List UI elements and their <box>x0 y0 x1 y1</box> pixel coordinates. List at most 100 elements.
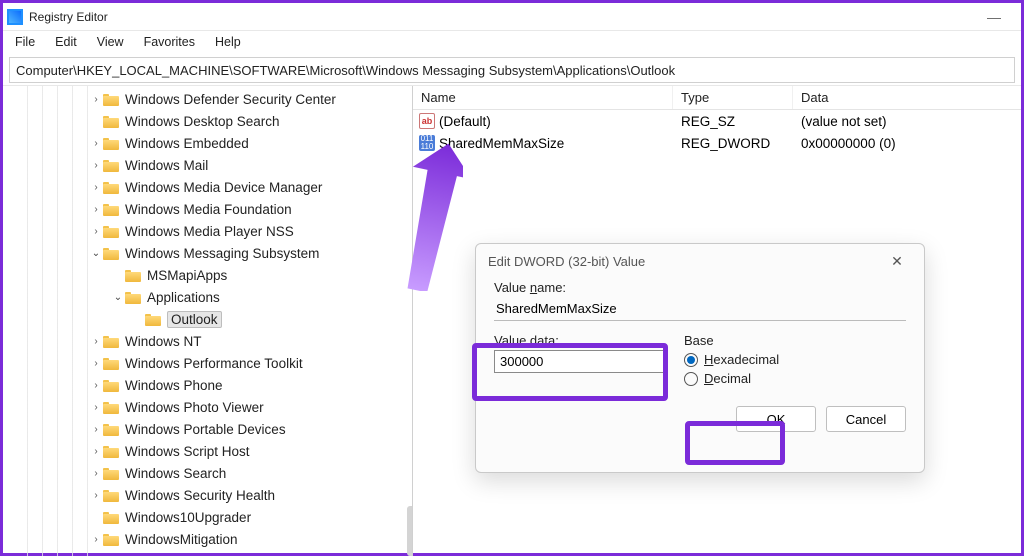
tree-item[interactable]: Outlook <box>3 308 412 330</box>
chevron-right-icon[interactable]: › <box>89 94 103 105</box>
folder-icon <box>125 290 143 304</box>
value-name-label: Value name: <box>494 280 906 297</box>
tree-item[interactable]: Windows10Upgrader <box>3 506 412 528</box>
app-title: Registry Editor <box>29 10 108 24</box>
folder-icon <box>103 444 121 458</box>
tree-item[interactable]: MSMapiApps <box>3 264 412 286</box>
value-data-label: Value data: <box>494 333 664 350</box>
chevron-down-icon[interactable]: ⌄ <box>111 292 125 303</box>
value-name: (Default) <box>439 114 491 129</box>
tree-item-label: Windows Embedded <box>125 136 249 151</box>
dialog-title: Edit DWORD (32-bit) Value <box>488 254 645 269</box>
tree-item-label: Applications <box>147 290 220 305</box>
tree-item[interactable]: › WindowsMitigation <box>3 528 412 550</box>
folder-icon <box>125 268 143 282</box>
chevron-right-icon[interactable]: › <box>89 490 103 501</box>
tree-item-label: Windows Script Host <box>125 444 250 459</box>
title-bar: Registry Editor — <box>3 3 1021 31</box>
tree-item-label: Windows Media Player NSS <box>125 224 294 239</box>
tree-item[interactable]: › Windows Media Player NSS <box>3 220 412 242</box>
folder-icon <box>103 224 121 238</box>
cancel-button[interactable]: Cancel <box>826 406 906 432</box>
value-data: 0x00000000 (0) <box>793 136 1021 151</box>
value-data-input[interactable] <box>494 350 664 373</box>
value-type: REG_DWORD <box>673 136 793 151</box>
tree-item[interactable]: › Windows Defender Security Center <box>3 88 412 110</box>
tree-item[interactable]: ›Windows Performance Toolkit <box>3 352 412 374</box>
tree-item-label: Windows Messaging Subsystem <box>125 246 319 261</box>
tree-item[interactable]: › Windows Portable Devices <box>3 418 412 440</box>
tree-item-label: MSMapiApps <box>147 268 227 283</box>
value-data: (value not set) <box>793 114 1021 129</box>
radio-decimal[interactable]: Decimal <box>684 371 779 386</box>
tree-item-label: Windows Media Device Manager <box>125 180 322 195</box>
string-value-icon: ab <box>419 113 435 129</box>
folder-icon <box>103 488 121 502</box>
tree-item[interactable]: › Windows Embedded <box>3 132 412 154</box>
menu-file[interactable]: File <box>5 33 45 51</box>
col-name-header[interactable]: Name <box>413 86 673 109</box>
registry-tree[interactable]: › Windows Defender Security Center Windows… <box>3 86 412 556</box>
value-row[interactable]: 011110SharedMemMaxSizeREG_DWORD0x0000000… <box>413 132 1021 154</box>
tree-item[interactable]: Windows Desktop Search <box>3 110 412 132</box>
base-group-label: Base <box>684 333 779 348</box>
close-icon[interactable]: ✕ <box>882 253 912 270</box>
menu-help[interactable]: Help <box>205 33 251 51</box>
list-body: ab(Default)REG_SZ(value not set)011110Sh… <box>413 110 1021 154</box>
folder-icon <box>103 466 121 480</box>
tree-item[interactable]: ›Windows Security Health <box>3 484 412 506</box>
chevron-right-icon[interactable]: › <box>89 424 103 435</box>
value-name: SharedMemMaxSize <box>439 136 564 151</box>
menu-favorites[interactable]: Favorites <box>134 33 205 51</box>
folder-icon <box>103 378 121 392</box>
tree-item[interactable]: ⌄ Windows Messaging Subsystem <box>3 242 412 264</box>
chevron-right-icon[interactable]: › <box>89 204 103 215</box>
tree-item-label: Windows Defender Security Center <box>125 92 336 107</box>
tree-item-label: Windows Portable Devices <box>125 422 286 437</box>
list-header: Name Type Data <box>413 86 1021 110</box>
tree-item[interactable]: › Windows Script Host <box>3 440 412 462</box>
tree-item[interactable]: ›Windows Mail <box>3 154 412 176</box>
chevron-right-icon[interactable]: › <box>89 380 103 391</box>
col-data-header[interactable]: Data <box>793 86 1021 109</box>
chevron-down-icon[interactable]: ⌄ <box>89 248 103 259</box>
menu-edit[interactable]: Edit <box>45 33 87 51</box>
menu-view[interactable]: View <box>87 33 134 51</box>
tree-item[interactable]: › Windows Media Device Manager <box>3 176 412 198</box>
edit-dword-dialog: Edit DWORD (32-bit) Value ✕ Value name: … <box>475 243 925 473</box>
chevron-right-icon[interactable]: › <box>89 468 103 479</box>
minimize-button[interactable]: — <box>971 9 1017 25</box>
folder-icon <box>103 92 121 106</box>
folder-icon <box>103 246 121 260</box>
tree-item[interactable]: ›Windows Search <box>3 462 412 484</box>
chevron-right-icon[interactable]: › <box>89 182 103 193</box>
radio-icon <box>684 353 698 367</box>
folder-icon <box>103 202 121 216</box>
tree-item-label: Windows Media Foundation <box>125 202 292 217</box>
tree-pane: › Windows Defender Security Center Windows… <box>3 86 413 556</box>
col-type-header[interactable]: Type <box>673 86 793 109</box>
chevron-right-icon[interactable]: › <box>89 226 103 237</box>
folder-icon <box>103 400 121 414</box>
chevron-right-icon[interactable]: › <box>89 138 103 149</box>
tree-item[interactable]: ›WindowsRuntime <box>3 550 412 556</box>
radio-hexadecimal[interactable]: Hexadecimal <box>684 352 779 367</box>
chevron-right-icon[interactable]: › <box>89 534 103 545</box>
value-name-field <box>494 297 906 321</box>
dialog-title-bar: Edit DWORD (32-bit) Value ✕ <box>476 244 924 278</box>
tree-item[interactable]: ›Windows Phone <box>3 374 412 396</box>
tree-item[interactable]: ›Windows NT <box>3 330 412 352</box>
chevron-right-icon[interactable]: › <box>89 358 103 369</box>
tree-item-label: WindowsMitigation <box>125 532 238 547</box>
chevron-right-icon[interactable]: › <box>89 160 103 171</box>
chevron-right-icon[interactable]: › <box>89 446 103 457</box>
ok-button[interactable]: OK <box>736 406 816 432</box>
tree-item[interactable]: ⌄ Applications <box>3 286 412 308</box>
value-row[interactable]: ab(Default)REG_SZ(value not set) <box>413 110 1021 132</box>
address-bar[interactable]: Computer\HKEY_LOCAL_MACHINE\SOFTWARE\Mic… <box>9 57 1015 83</box>
tree-item[interactable]: ›Windows Photo Viewer <box>3 396 412 418</box>
tree-item[interactable]: › Windows Media Foundation <box>3 198 412 220</box>
folder-icon <box>145 312 163 326</box>
chevron-right-icon[interactable]: › <box>89 402 103 413</box>
chevron-right-icon[interactable]: › <box>89 336 103 347</box>
